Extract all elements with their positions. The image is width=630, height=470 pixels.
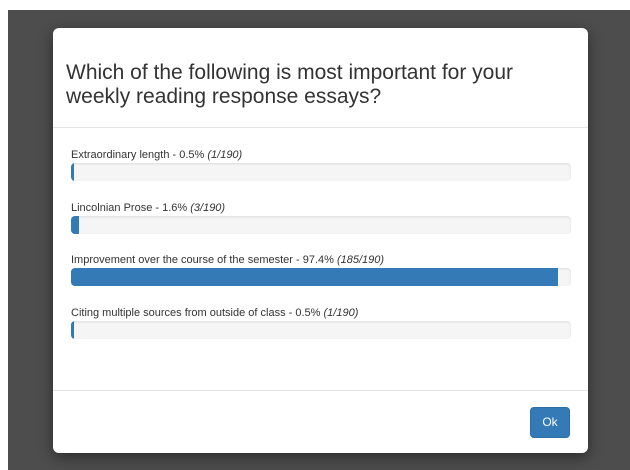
- vote-count: (1/190): [207, 149, 243, 161]
- vote-count: (1/190): [323, 307, 359, 319]
- poll-result-label: Improvement over the course of the semes…: [71, 254, 385, 266]
- progress-fill: [71, 321, 74, 339]
- poll-result-label: Lincolnian Prose - 1.6% (3/190): [71, 202, 226, 214]
- progress-fill: [71, 268, 558, 286]
- poll-question-title: Which of the following is most important…: [66, 61, 514, 108]
- dialog-footer: Ok: [53, 390, 588, 453]
- vote-count: (3/190): [190, 202, 226, 214]
- dialog-header: Which of the following is most important…: [53, 28, 588, 128]
- dialog-body: Extraordinary length - 0.5% (1/190) Linc…: [53, 128, 588, 390]
- vote-count: (185/190): [336, 254, 385, 266]
- result-progress-bar: [71, 321, 571, 339]
- poll-result-label: Extraordinary length - 0.5% (1/190): [71, 149, 243, 161]
- poll-results-dialog: Which of the following is most important…: [53, 28, 588, 453]
- poll-result-label: Citing multiple sources from outside of …: [71, 307, 359, 319]
- result-progress-bar: [71, 163, 571, 181]
- result-progress-bar: [71, 268, 571, 286]
- result-progress-bar: [71, 216, 571, 234]
- progress-fill: [71, 163, 74, 181]
- progress-fill: [71, 216, 79, 234]
- ok-button[interactable]: Ok: [530, 407, 570, 438]
